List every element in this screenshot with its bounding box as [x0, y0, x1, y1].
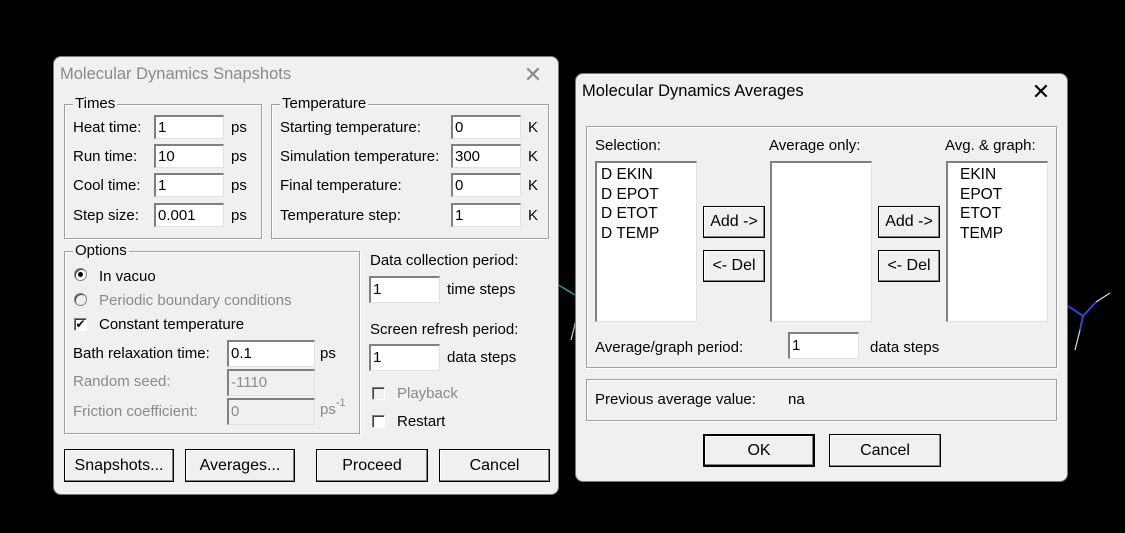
temp-step-label: Temperature step:	[280, 207, 401, 224]
selection-list[interactable]: D EKIN D EPOT D ETOT D TEMP	[595, 161, 697, 322]
list-item[interactable]: D TEMP	[601, 224, 692, 244]
friction-label: Friction coefficient:	[73, 403, 198, 420]
simulation-temp-input[interactable]: 300	[451, 144, 521, 168]
friction-unit-text: ps	[320, 401, 336, 418]
cool-time-input[interactable]: 1	[154, 173, 224, 197]
times-legend: Times	[73, 95, 118, 113]
final-temp-input[interactable]: 0	[451, 173, 521, 197]
close-icon[interactable]: ✕	[1027, 78, 1055, 106]
cancel-button[interactable]: Cancel	[829, 434, 941, 467]
del-from-graph-button[interactable]: <- Del	[878, 250, 940, 282]
avg-graph-list[interactable]: EKIN EPOT ETOT TEMP	[946, 161, 1048, 322]
period-label: Average/graph period:	[595, 339, 744, 356]
average-only-label: Average only:	[769, 137, 861, 154]
step-size-label: Step size:	[73, 207, 139, 224]
heat-time-unit: ps	[231, 119, 247, 136]
period-input[interactable]: 1	[788, 332, 859, 359]
list-item[interactable]: TEMP	[960, 224, 1043, 244]
snapshots-titlebar: Molecular Dynamics Snapshots ✕	[54, 57, 558, 93]
selection-label: Selection:	[595, 137, 661, 154]
simulation-temp-label: Simulation temperature:	[280, 148, 440, 165]
previous-average-label: Previous average value:	[595, 391, 756, 408]
averages-dialog: Molecular Dynamics Averages ✕ Selection:…	[575, 73, 1068, 482]
list-item[interactable]: EKIN	[960, 165, 1043, 185]
step-size-input[interactable]: 0.001	[154, 203, 224, 227]
temp-step-input[interactable]: 1	[451, 203, 521, 227]
friction-unit-sup: -1	[335, 397, 346, 409]
starting-temp-unit: K	[528, 119, 539, 136]
seed-label: Random seed:	[73, 373, 171, 390]
run-time-label: Run time:	[73, 148, 138, 165]
final-temp-unit: K	[528, 177, 539, 194]
seed-input[interactable]: -1110	[227, 369, 315, 396]
heat-time-input[interactable]: 1	[154, 115, 224, 139]
radio-dot-icon	[78, 272, 83, 277]
starting-temp-label: Starting temperature:	[280, 119, 421, 136]
friction-unit: ps-1	[320, 397, 346, 418]
list-item[interactable]: EPOT	[960, 185, 1043, 205]
run-time-input[interactable]: 10	[154, 144, 224, 168]
in-vacuo-label: In vacuo	[99, 268, 156, 285]
heat-time-label: Heat time:	[73, 119, 142, 136]
bath-label: Bath relaxation time:	[73, 345, 210, 362]
snapshots-title: Molecular Dynamics Snapshots	[60, 65, 292, 83]
avg-graph-label: Avg. & graph:	[945, 137, 1036, 154]
cancel-button[interactable]: Cancel	[439, 449, 550, 482]
list-item[interactable]: ETOT	[960, 204, 1043, 224]
del-from-average-button[interactable]: <- Del	[703, 250, 765, 282]
cool-time-unit: ps	[231, 177, 247, 194]
ok-button[interactable]: OK	[703, 434, 815, 467]
periodic-label: Periodic boundary conditions	[99, 292, 292, 309]
averages-titlebar: Molecular Dynamics Averages ✕	[576, 74, 1067, 110]
periodic-radio[interactable]	[74, 293, 87, 306]
restart-label: Restart	[397, 413, 446, 430]
starting-temp-input[interactable]: 0	[451, 115, 521, 139]
add-to-graph-button[interactable]: Add ->	[878, 206, 940, 238]
bath-input[interactable]: 0.1	[227, 340, 315, 367]
options-legend: Options	[73, 242, 129, 260]
friction-input[interactable]: 0	[227, 398, 315, 425]
previous-average-value: na	[788, 391, 805, 408]
list-item[interactable]: D ETOT	[601, 204, 692, 224]
close-icon[interactable]: ✕	[519, 61, 547, 89]
temp-step-unit: K	[528, 207, 539, 224]
averages-title: Molecular Dynamics Averages	[582, 82, 804, 100]
screen-refresh-unit: data steps	[447, 349, 517, 366]
add-to-average-button[interactable]: Add ->	[703, 206, 765, 238]
checkmark-icon: ✔	[75, 317, 86, 331]
averages-button[interactable]: Averages...	[185, 449, 295, 482]
average-only-list[interactable]	[770, 161, 872, 322]
in-vacuo-radio[interactable]	[74, 268, 87, 281]
data-collection-unit: time steps	[447, 281, 516, 298]
restart-checkbox[interactable]	[372, 415, 385, 428]
temperature-legend: Temperature	[280, 95, 369, 113]
constant-temp-checkbox[interactable]: ✔	[74, 318, 87, 331]
final-temp-label: Final temperature:	[280, 177, 402, 194]
data-collection-label: Data collection period:	[370, 252, 519, 269]
proceed-button[interactable]: Proceed	[316, 449, 428, 482]
playback-label: Playback	[397, 385, 458, 402]
step-size-unit: ps	[231, 207, 247, 224]
list-item[interactable]: D EKIN	[601, 165, 692, 185]
list-item[interactable]: D EPOT	[601, 185, 692, 205]
screen-refresh-input[interactable]: 1	[369, 344, 440, 371]
playback-checkbox[interactable]	[372, 387, 385, 400]
constant-temp-label: Constant temperature	[99, 316, 245, 333]
snapshots-dialog: Molecular Dynamics Snapshots ✕ Times Hea…	[53, 56, 559, 495]
period-unit: data steps	[870, 339, 940, 356]
bath-unit: ps	[320, 345, 336, 362]
cool-time-label: Cool time:	[73, 177, 141, 194]
run-time-unit: ps	[231, 148, 247, 165]
snapshots-button[interactable]: Snapshots...	[64, 449, 174, 482]
simulation-temp-unit: K	[528, 148, 539, 165]
screen-refresh-label: Screen refresh period:	[370, 321, 519, 338]
data-collection-input[interactable]: 1	[369, 276, 440, 303]
